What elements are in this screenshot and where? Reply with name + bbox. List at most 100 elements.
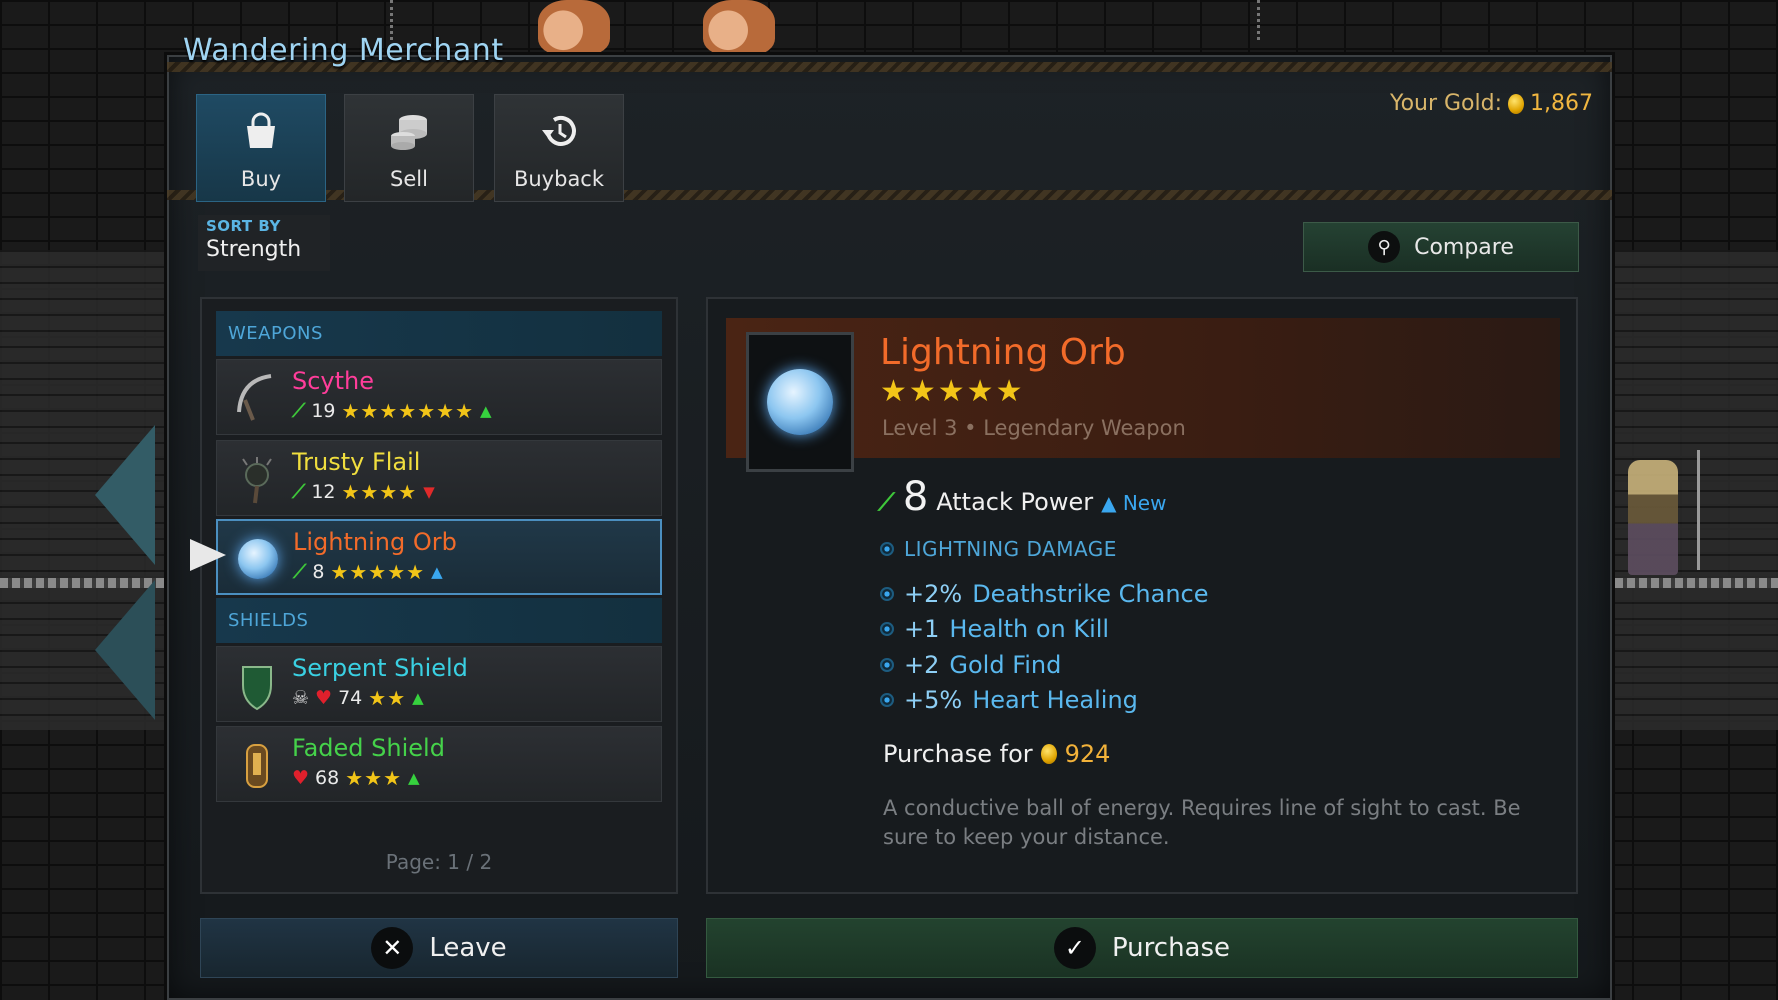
purchase-for-label: Purchase for (883, 740, 1033, 768)
chain-decoration (1257, 0, 1265, 40)
sort-selector[interactable]: SORT BY Strength (198, 215, 330, 271)
star-rating: ★★ (368, 686, 407, 710)
downgrade-arrow-icon: ▼ (423, 483, 435, 501)
lightning-orb-icon (767, 369, 833, 435)
star-rating: ★★★★ (341, 480, 418, 504)
close-icon: ✕ (371, 927, 414, 969)
damage-type: LIGHTNING DAMAGE (880, 537, 1117, 561)
leave-button[interactable]: ✕ Leave (200, 918, 678, 978)
bonus-value: +1 (904, 615, 940, 643)
page-indicator: Page: 1 / 2 (385, 850, 493, 874)
price-value: 924 (1064, 740, 1111, 768)
item-name: Lightning Orb (293, 528, 457, 556)
selection-pointer-icon (190, 539, 226, 571)
list-item-trusty-flail[interactable]: Trusty Flail ⟋ 12 ★★★★ ▼ (216, 440, 662, 516)
bonus-line: +2 Gold Find (880, 651, 1061, 679)
star-rating: ★★★★★★★ (341, 399, 475, 423)
bonus-label: Gold Find (949, 651, 1062, 679)
knight-character (1628, 460, 1678, 575)
item-stat-value: 68 (315, 767, 340, 789)
detail-item-name: Lightning Orb (880, 332, 1126, 373)
heart-icon: ♥ (315, 687, 333, 709)
star-rating: ★★★★★ (330, 560, 426, 584)
bonus-label: Deathstrike Chance (972, 580, 1209, 608)
spike-decoration (95, 580, 155, 720)
sword-icon: ⟋ (293, 561, 307, 583)
bonus-line: +1 Health on Kill (880, 615, 1109, 643)
undo-clock-icon (538, 112, 580, 159)
coin-stack-icon (387, 112, 431, 159)
tab-buyback[interactable]: Buyback (494, 94, 624, 202)
bonus-value: +2% (904, 580, 963, 608)
item-portrait (746, 332, 854, 472)
tab-sell[interactable]: Sell (344, 94, 474, 202)
item-name: Scythe (292, 367, 375, 395)
new-badge: ▲ New (1101, 491, 1167, 515)
new-arrow-icon: ▲ (431, 563, 443, 581)
scythe-icon (231, 372, 283, 424)
item-name: Trusty Flail (292, 448, 421, 476)
item-stat-value: 74 (338, 687, 363, 709)
right-floor (1615, 578, 1778, 588)
list-item-faded-shield[interactable]: Faded Shield ♥ 68 ★★★ ▲ (216, 726, 662, 802)
tab-buy-label: Buy (240, 167, 282, 191)
heart-icon: ♥ (292, 767, 310, 789)
gold-label: Your Gold: (1390, 91, 1503, 116)
list-item-scythe[interactable]: Scythe ⟋ 19 ★★★★★★★ ▲ (216, 359, 662, 435)
skull-icon: ☠ (292, 687, 310, 709)
faded-shield-icon (231, 739, 283, 791)
sword-icon: ⟋ (292, 481, 306, 503)
item-stat-value: 19 (311, 400, 336, 422)
bullet-icon (880, 587, 894, 601)
bullet-icon (880, 658, 894, 672)
purchase-button[interactable]: ✓ Purchase (706, 918, 1578, 978)
item-stat-value: 12 (311, 481, 336, 503)
category-header-weapons: WEAPONS (216, 311, 662, 356)
detail-subtitle: Level 3 • Legendary Weapon (882, 416, 1186, 440)
sort-value: Strength (206, 237, 302, 262)
flail-icon (231, 453, 283, 505)
damage-type-label: LIGHTNING DAMAGE (904, 537, 1117, 561)
new-label: New (1122, 491, 1167, 515)
sword-icon: ⟋ (878, 488, 895, 516)
item-stats: ☠ ♥ 74 ★★ ▲ (292, 686, 424, 710)
bonus-label: Heart Healing (972, 686, 1138, 714)
attack-label: Attack Power (936, 488, 1094, 516)
attack-power-line: ⟋ 8 Attack Power ▲ New (878, 474, 1166, 520)
category-header-shields: SHIELDS (216, 598, 662, 643)
item-description: A conductive ball of energy. Requires li… (883, 796, 1521, 849)
sort-label: SORT BY (206, 217, 281, 235)
gold-coin-icon (1508, 93, 1525, 114)
compare-label: Compare (1414, 234, 1514, 260)
detail-star-rating: ★★★★★ (880, 374, 1025, 409)
checkmark-icon: ✓ (1053, 927, 1096, 969)
item-stats: ⟋ 8 ★★★★★ ▲ (293, 560, 443, 584)
magnifier-icon: ⚲ (1368, 231, 1401, 263)
item-stats: ⟋ 19 ★★★★★★★ ▲ (292, 399, 492, 423)
bullet-icon (880, 693, 894, 707)
tab-buy[interactable]: Buy (196, 94, 326, 202)
upgrade-arrow-icon: ▲ (412, 689, 424, 707)
bonus-line: +2% Deathstrike Chance (880, 580, 1209, 608)
serpent-shield-icon (231, 659, 283, 711)
upgrade-arrow-icon: ▲ (408, 769, 420, 787)
item-name: Serpent Shield (292, 654, 468, 682)
purchase-label: Purchase (1111, 933, 1231, 963)
tab-buyback-label: Buyback (513, 167, 605, 191)
bullet-icon (880, 542, 894, 556)
sword-icon: ⟋ (292, 400, 306, 422)
shopping-bag-icon (241, 112, 281, 159)
bonus-label: Health on Kill (949, 615, 1110, 643)
list-item-lightning-orb[interactable]: Lightning Orb ⟋ 8 ★★★★★ ▲ (216, 519, 662, 595)
orb-icon (232, 533, 284, 585)
spear-decoration (1697, 450, 1700, 570)
list-item-serpent-shield[interactable]: Serpent Shield ☠ ♥ 74 ★★ ▲ (216, 646, 662, 722)
spike-decoration (95, 425, 155, 565)
bullet-icon (880, 622, 894, 636)
cat-character (538, 0, 610, 55)
purchase-price: Purchase for 924 (883, 740, 1110, 768)
compare-button[interactable]: ⚲ Compare (1303, 222, 1579, 272)
orb-graphic (238, 539, 278, 579)
item-name: Faded Shield (292, 734, 445, 762)
item-stat-value: 8 (312, 561, 325, 583)
